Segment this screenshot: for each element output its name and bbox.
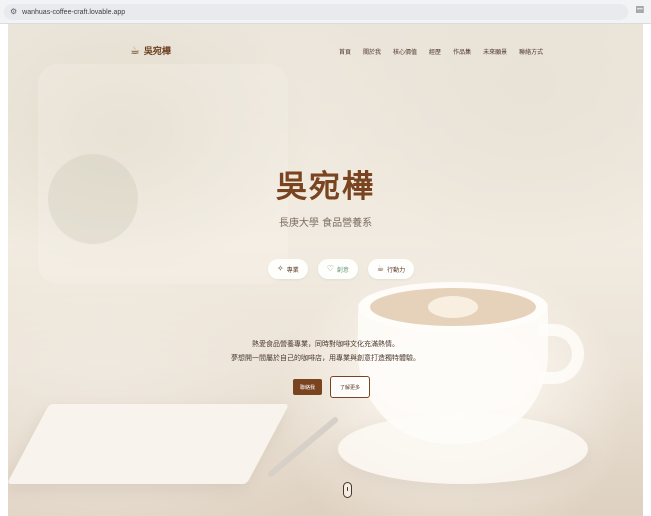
coffee-cup-icon: ☕ bbox=[376, 264, 385, 273]
scroll-wheel bbox=[347, 487, 348, 491]
url-text[interactable]: wanhuas-coffee-craft.lovable.app bbox=[22, 9, 125, 16]
hero-subtitle: 長庚大學 食品營養系 bbox=[278, 218, 373, 229]
tag-action: ☕ 行動力 bbox=[367, 259, 415, 279]
tag-label: 創意 bbox=[336, 266, 349, 274]
brand-name: 吳宛樺 bbox=[143, 47, 171, 57]
nav-item-contact[interactable]: 聯絡方式 bbox=[519, 47, 543, 56]
nav-item-core-values[interactable]: 核心價值 bbox=[393, 47, 417, 56]
scroll-mouse-icon[interactable] bbox=[343, 482, 352, 498]
main-nav: 首頁 關於我 核心價值 經歷 作品集 未來願景 聯絡方式 bbox=[339, 47, 555, 56]
learn-more-button[interactable]: 了解更多 bbox=[330, 376, 371, 398]
tag-professional: ✧ 專業 bbox=[268, 259, 308, 279]
browser-toolbar: ⚙ wanhuas-coffee-craft.lovable.app ▤ bbox=[0, 0, 651, 24]
reader-mode-icon[interactable]: ▤ bbox=[635, 6, 644, 15]
tag-creative: ♡ 創意 bbox=[317, 259, 358, 279]
tag-label: 專業 bbox=[286, 266, 299, 274]
page-viewport: ☕ 吳宛樺 首頁 關於我 核心價值 經歷 作品集 未來願景 聯絡方式 吳宛樺 長… bbox=[8, 24, 643, 516]
hero-actions: 聯絡我 了解更多 bbox=[293, 376, 371, 398]
nav-item-portfolio[interactable]: 作品集 bbox=[453, 47, 471, 56]
site-settings-icon[interactable]: ⚙ bbox=[10, 8, 17, 16]
intro-text-line-1: 熱愛食品營養專業，同時對咖啡文化充滿熱情。 bbox=[252, 340, 399, 348]
nav-item-vision[interactable]: 未來願景 bbox=[483, 47, 507, 56]
nav-item-home[interactable]: 首頁 bbox=[339, 47, 351, 56]
value-tags: ✧ 專業 ♡ 創意 ☕ 行動力 bbox=[268, 259, 424, 279]
site-header: ☕ 吳宛樺 首頁 關於我 核心價值 經歷 作品集 未來願景 聯絡方式 bbox=[8, 24, 643, 80]
tag-label: 行動力 bbox=[387, 266, 406, 274]
heart-icon: ♡ bbox=[326, 264, 334, 273]
hero-title: 吳宛樺 bbox=[276, 169, 375, 205]
contact-button[interactable]: 聯絡我 bbox=[293, 379, 323, 395]
sparkle-icon: ✧ bbox=[277, 264, 284, 273]
coffee-cup-icon: ☕ bbox=[130, 44, 140, 57]
nav-item-experience[interactable]: 經歷 bbox=[429, 47, 441, 56]
address-bar[interactable]: ⚙ wanhuas-coffee-craft.lovable.app bbox=[4, 4, 628, 20]
brand-logo[interactable]: ☕ 吳宛樺 bbox=[130, 44, 171, 57]
intro-text-line-2: 夢想開一間屬於自己的咖啡店，用專業與創意打造獨特體驗。 bbox=[231, 354, 420, 362]
nav-item-about[interactable]: 關於我 bbox=[363, 47, 381, 56]
